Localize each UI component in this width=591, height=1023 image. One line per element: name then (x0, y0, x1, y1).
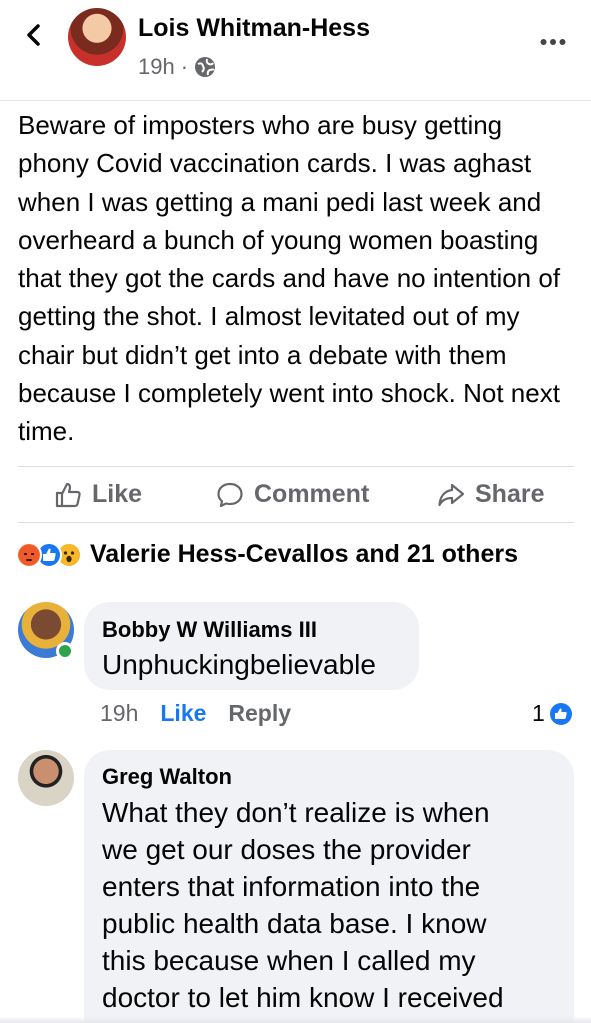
post-header: Lois Whitman-Hess 19h · (0, 0, 591, 100)
comment-label: Comment (254, 480, 370, 508)
comment-line: What they don’t realize is when (102, 797, 490, 828)
comment-line: we get our doses the provider (102, 834, 471, 865)
like-label: Like (92, 480, 143, 508)
online-status-dot (56, 642, 74, 660)
comment-actions: 19h Like Reply (100, 700, 291, 727)
post-meta: 19h · (138, 54, 216, 80)
share-button[interactable]: Share (437, 480, 544, 509)
post-time[interactable]: 19h (138, 54, 175, 80)
comment-line: this because when I called my (102, 945, 476, 976)
comment-reply-button[interactable]: Reply (228, 700, 291, 727)
reactions-summary-text: Valerie Hess-Cevallos and 21 others (90, 540, 518, 568)
like-reaction-icon (549, 702, 572, 725)
author-avatar[interactable] (68, 8, 126, 66)
share-label: Share (475, 480, 545, 508)
post-actions: Like Comment Share (0, 470, 591, 522)
author-name[interactable]: Lois Whitman-Hess (138, 14, 370, 43)
meta-separator: · (180, 54, 189, 79)
like-button[interactable]: Like (54, 480, 142, 509)
more-dots-icon (540, 39, 566, 45)
angry-reaction-icon (16, 541, 42, 568)
comment-line: public health data base. I know (102, 908, 487, 939)
comment-text: Unphuckingbelievable (102, 649, 376, 680)
chevron-left-icon (27, 24, 40, 46)
comment-like-button[interactable]: Like (160, 700, 206, 727)
commenter-name[interactable]: Greg Walton (102, 764, 232, 790)
comment-button[interactable]: Comment (216, 480, 369, 509)
commenter-name[interactable]: Bobby W Williams III (102, 617, 317, 643)
header-divider (0, 100, 591, 101)
post-body: Beware of imposters who are busy getting… (18, 110, 561, 447)
comment-line: doctor to let him know I received (102, 982, 504, 1013)
comment-icon (217, 482, 243, 507)
thumbs-up-icon (55, 482, 81, 507)
actions-bottom-divider (18, 522, 574, 523)
comment-reaction-count[interactable]: 1 (532, 700, 573, 727)
reactions-summary[interactable]: Valerie Hess-Cevallos and 21 others (16, 540, 518, 569)
comment-reaction-number: 1 (532, 700, 545, 726)
more-options-button[interactable] (540, 22, 566, 53)
globe-icon (195, 57, 216, 77)
commenter-avatar[interactable] (18, 750, 74, 806)
back-button[interactable] (20, 20, 48, 50)
comment-line: enters that information into the (102, 871, 481, 902)
bottom-edge-shadow (0, 1016, 591, 1023)
share-icon (438, 483, 465, 506)
actions-top-divider (18, 466, 574, 467)
comment-text: What they don’t realize is when we get o… (102, 794, 504, 1016)
comment-time[interactable]: 19h (100, 700, 138, 727)
